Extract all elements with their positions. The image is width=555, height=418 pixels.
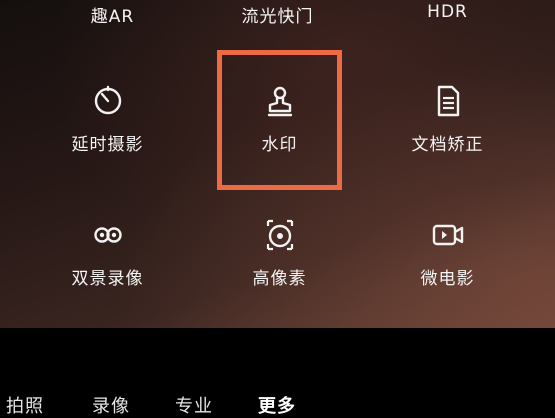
- mode-ar[interactable]: 趣AR: [20, 2, 205, 27]
- document-icon: [437, 85, 459, 117]
- tab-photo[interactable]: 拍照: [6, 392, 44, 418]
- high-pixel-icon: [266, 219, 293, 251]
- mode-light-painting-label: 流光快门: [241, 7, 314, 27]
- tab-pro[interactable]: 专业: [175, 392, 213, 418]
- dual-view-icon: [93, 227, 122, 243]
- mode-dual-view[interactable]: 双景录像: [15, 200, 200, 296]
- mode-timelapse-label: 延时摄影: [71, 135, 144, 155]
- mode-hdr-label: HDR: [427, 2, 468, 22]
- mode-high-pixel-label: 高像素: [252, 269, 307, 289]
- watermark-highlight-box: [217, 50, 342, 190]
- more-modes-panel: 趣AR 流光快门 HDR 延时摄影 水印 文档矫正 双景录像 高像素 微电影: [0, 0, 555, 328]
- mode-timelapse[interactable]: 延时摄影: [15, 66, 200, 162]
- mode-document-correction[interactable]: 文档矫正: [355, 66, 540, 162]
- mode-ar-label: 趣AR: [90, 7, 135, 27]
- tab-more[interactable]: 更多: [258, 392, 296, 418]
- timer-icon: [94, 85, 121, 115]
- mode-dual-view-label: 双景录像: [71, 269, 144, 289]
- tab-video[interactable]: 录像: [92, 392, 130, 418]
- mode-document-correction-label: 文档矫正: [411, 135, 484, 155]
- mode-hdr[interactable]: HDR: [355, 2, 540, 22]
- mode-switcher-bar: 拍照 录像 专业 更多: [0, 390, 555, 417]
- mode-micro-film[interactable]: 微电影: [355, 200, 540, 296]
- video-icon: [432, 224, 463, 246]
- mode-micro-film-label: 微电影: [420, 269, 475, 289]
- mode-high-pixel[interactable]: 高像素: [187, 200, 372, 296]
- mode-light-painting[interactable]: 流光快门: [185, 2, 370, 27]
